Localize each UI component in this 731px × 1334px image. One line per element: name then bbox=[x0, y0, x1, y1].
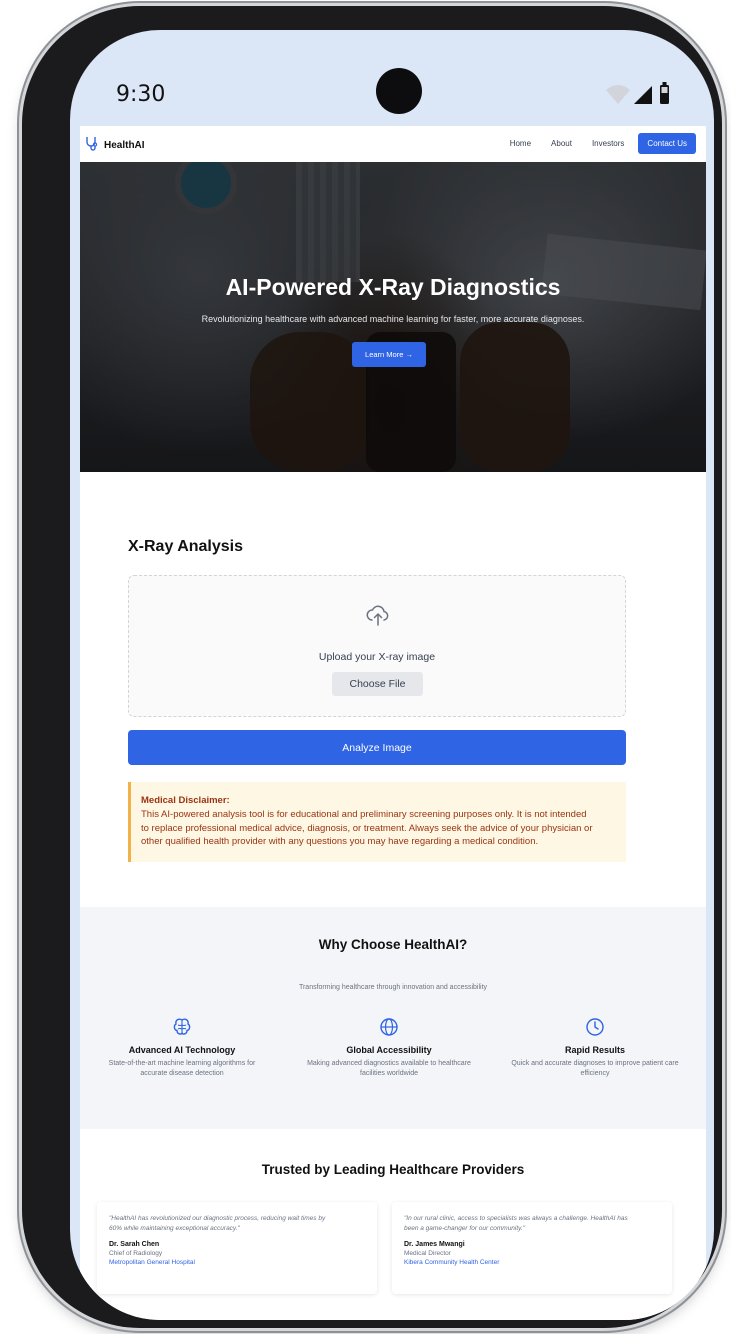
feature-description-line: Making advanced diagnostics available to… bbox=[307, 1060, 471, 1067]
feature-description-line: accurate disease detection bbox=[140, 1070, 224, 1077]
front-camera bbox=[376, 68, 422, 114]
why-subtitle: Transforming healthcare through innovati… bbox=[298, 984, 488, 991]
web-page: HealthAI Home About Investors Contact Us bbox=[80, 126, 706, 1320]
feature-title: Global Accessibility bbox=[346, 1045, 432, 1055]
feature-description-line: facilities worldwide bbox=[360, 1070, 418, 1077]
analysis-title: X-Ray Analysis bbox=[128, 538, 244, 555]
feature-title: Advanced AI Technology bbox=[128, 1045, 236, 1055]
globe-icon bbox=[379, 1017, 399, 1037]
feature-global-accessibility: Global Accessibility Making advanced dia… bbox=[289, 1017, 489, 1079]
feature-description: Quick and accurate diagnoses to improve … bbox=[495, 1059, 695, 1079]
hero-banner: AI-Powered X-Ray Diagnostics Revolutioni… bbox=[80, 162, 706, 472]
testimonial-role: Chief of Radiology bbox=[109, 1250, 163, 1257]
trust-title: Trusted by Leading Healthcare Providers bbox=[261, 1162, 525, 1177]
why-title: Why Choose HealthAI? bbox=[318, 937, 468, 952]
disclaimer-line: other qualified health provider with any… bbox=[141, 836, 539, 847]
disclaimer-title: Medical Disclaimer: bbox=[141, 795, 230, 806]
disclaimer-body: This AI-powered analysis tool is for edu… bbox=[141, 808, 616, 849]
upload-dropzone[interactable]: Upload your X-ray image Choose File bbox=[128, 575, 626, 717]
status-time: 9:30 bbox=[116, 82, 166, 107]
testimonial-quote-line: 60% while maintaining exceptional accura… bbox=[109, 1225, 240, 1232]
nav-link-home[interactable]: Home bbox=[510, 139, 531, 148]
top-nav: HealthAI Home About Investors Contact Us bbox=[80, 126, 706, 162]
feature-description-line: Quick and accurate diagnoses to improve … bbox=[511, 1060, 679, 1067]
testimonial-role: Medical Director bbox=[404, 1250, 451, 1257]
feature-title: Rapid Results bbox=[564, 1045, 625, 1055]
why-choose-section: Why Choose HealthAI? Transforming health… bbox=[80, 907, 706, 1129]
disclaimer-line: This AI-powered analysis tool is for edu… bbox=[141, 809, 587, 820]
feature-advanced-ai: Advanced AI Technology State-of-the-art … bbox=[82, 1017, 282, 1079]
status-icons bbox=[604, 82, 674, 108]
testimonial-org-link[interactable]: Metropolitan General Hospital bbox=[109, 1259, 365, 1266]
stethoscope-icon bbox=[84, 135, 100, 156]
testimonial-quote-line: "HealthAI has revolutionized our diagnos… bbox=[109, 1215, 326, 1222]
status-bar: 9:30 bbox=[70, 30, 714, 128]
testimonial-name: Dr. Sarah Chen bbox=[109, 1241, 160, 1248]
signal-icon bbox=[634, 86, 652, 104]
hero-title: AI-Powered X-Ray Diagnostics bbox=[225, 274, 561, 300]
nav-links: Home About Investors Contact Us bbox=[490, 133, 696, 154]
learn-more-button[interactable]: Learn More → bbox=[352, 342, 426, 367]
analyze-image-button[interactable]: Analyze Image bbox=[128, 730, 626, 765]
brand-logo[interactable]: HealthAI bbox=[84, 135, 145, 156]
medical-disclaimer: Medical Disclaimer: This AI-powered anal… bbox=[128, 782, 626, 862]
wifi-icon bbox=[606, 85, 630, 104]
testimonial-quote: "In our rural clinic, access to speciali… bbox=[404, 1214, 660, 1234]
clock-icon bbox=[585, 1017, 605, 1037]
testimonial-card: "HealthAI has revolutionized our diagnos… bbox=[97, 1202, 377, 1294]
testimonial-name: Dr. James Mwangi bbox=[404, 1241, 465, 1248]
phone-frame: 9:30 HealthAI Home About Investors Conta… bbox=[22, 6, 722, 1328]
brain-icon bbox=[172, 1017, 192, 1037]
nav-link-about[interactable]: About bbox=[551, 139, 572, 148]
testimonial-quote: "HealthAI has revolutionized our diagnos… bbox=[109, 1214, 365, 1234]
brand-name: HealthAI bbox=[104, 140, 145, 151]
testimonial-quote-line: been a game-changer for our community." bbox=[404, 1225, 526, 1232]
testimonial-org-link[interactable]: Kibera Community Health Center bbox=[404, 1259, 660, 1266]
feature-description: Making advanced diagnostics available to… bbox=[289, 1059, 489, 1079]
contact-us-button[interactable]: Contact Us bbox=[638, 133, 696, 154]
feature-description: State-of-the-art machine learning algori… bbox=[82, 1059, 282, 1079]
battery-icon bbox=[660, 82, 669, 104]
phone-screen: 9:30 HealthAI Home About Investors Conta… bbox=[70, 30, 714, 1320]
feature-description-line: efficiency bbox=[580, 1070, 610, 1077]
choose-file-button[interactable]: Choose File bbox=[332, 672, 423, 696]
hero-subtitle: Revolutionizing healthcare with advanced… bbox=[201, 314, 585, 324]
feature-description-line: State-of-the-art machine learning algori… bbox=[108, 1060, 256, 1067]
cloud-upload-icon bbox=[365, 602, 391, 633]
testimonial-card: "In our rural clinic, access to speciali… bbox=[392, 1202, 672, 1294]
disclaimer-line: to replace professional medical advice, … bbox=[141, 822, 593, 834]
nav-link-investors[interactable]: Investors bbox=[592, 139, 624, 148]
upload-instructions: Upload your X-ray image bbox=[318, 651, 436, 663]
testimonial-quote-line: "In our rural clinic, access to speciali… bbox=[404, 1215, 628, 1222]
feature-rapid-results: Rapid Results Quick and accurate diagnos… bbox=[495, 1017, 695, 1079]
